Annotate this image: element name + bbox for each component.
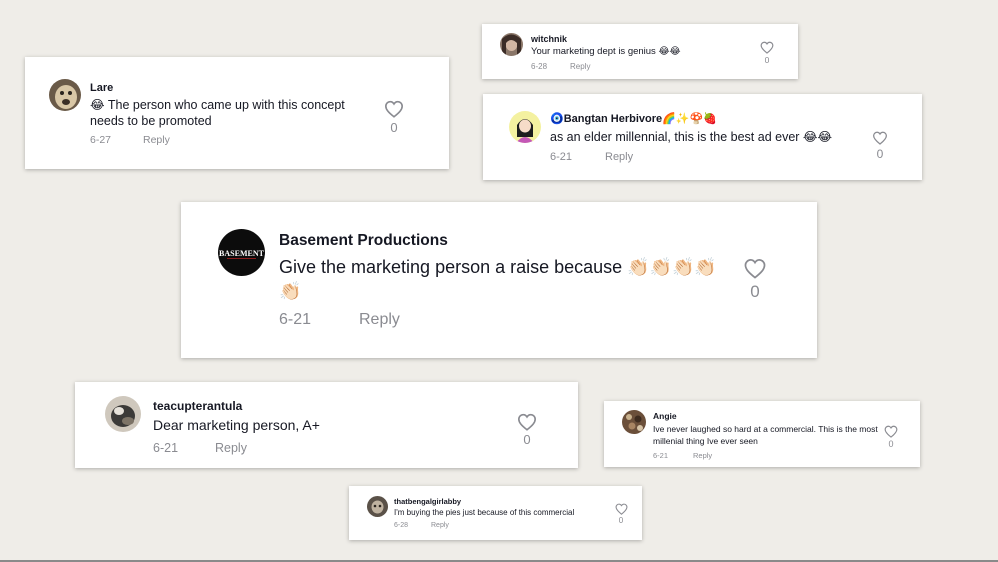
reply-button[interactable]: Reply (693, 451, 712, 460)
reply-button[interactable]: Reply (431, 522, 449, 529)
comment-date: 6-21 (550, 151, 573, 163)
like-count: 0 (390, 120, 398, 135)
heart-icon[interactable] (743, 258, 767, 279)
like-count: 0 (764, 55, 770, 65)
like-control: 0 (515, 413, 539, 447)
comment-text: 😂 The person who came up with this conce… (90, 98, 345, 128)
comment-date: 6-28 (531, 62, 548, 71)
comment-username[interactable]: teacupterantula (153, 399, 242, 413)
comment-text: Dear marketing person, A+ (153, 417, 320, 433)
reply-button[interactable]: Reply (143, 134, 170, 146)
heart-icon[interactable] (615, 503, 628, 515)
like-count: 0 (888, 439, 894, 449)
heart-icon[interactable] (517, 413, 537, 431)
avatar[interactable] (105, 396, 141, 432)
comment-date: 6-21 (653, 451, 669, 460)
comment-username[interactable]: witchnik (531, 34, 567, 44)
comment-username[interactable]: Basement Productions (279, 232, 448, 250)
reply-button[interactable]: Reply (215, 441, 247, 455)
heart-icon[interactable] (760, 41, 774, 54)
heart-icon[interactable] (384, 100, 404, 118)
comment-date: 6-28 (394, 522, 409, 529)
comment-card-teacupterantula: teacupterantula Dear marketing person, A… (75, 382, 578, 468)
avatar[interactable] (509, 111, 541, 143)
like-control: 0 (870, 131, 890, 161)
comment-text: Your marketing dept is genius 😂😂 (531, 46, 681, 57)
like-control: 0 (882, 425, 900, 449)
like-control: 0 (758, 41, 776, 65)
comment-username[interactable]: 🧿Bangtan Herbivore🌈✨🍄🍓 (550, 112, 717, 125)
comment-card-witchnik: witchnik Your marketing dept is genius 😂… (482, 24, 798, 79)
comment-date: 6-21 (279, 311, 312, 328)
comment-text: as an elder millennial, this is the best… (550, 130, 833, 144)
comment-card-basement-productions: BASEMENT Basement Productions Give the m… (181, 202, 817, 358)
reply-button[interactable]: Reply (605, 151, 633, 163)
comment-date: 6-21 (153, 441, 179, 455)
avatar[interactable] (500, 33, 523, 56)
avatar[interactable]: BASEMENT (218, 229, 265, 276)
comment-card-bangtan-herbivore: 🧿Bangtan Herbivore🌈✨🍄🍓 as an elder mille… (483, 94, 922, 180)
avatar-logo-text: BASEMENT (219, 249, 265, 258)
comment-card-lare: Lare 😂 The person who came up with this … (25, 57, 449, 169)
comment-username[interactable]: Angie (653, 411, 677, 421)
comment-card-thatbengalgirlabby: thatbengalgirlabby I'm buying the pies j… (349, 486, 642, 540)
comment-card-angie: Angie Ive never laughed so hard at a com… (604, 401, 920, 467)
avatar[interactable] (622, 410, 646, 434)
comment-username[interactable]: thatbengalgirlabby (394, 497, 461, 506)
like-count: 0 (618, 516, 624, 525)
heart-icon[interactable] (872, 131, 888, 145)
comment-date: 6-27 (90, 134, 112, 146)
like-control: 0 (382, 100, 406, 135)
reply-button[interactable]: Reply (570, 62, 590, 71)
heart-icon[interactable] (884, 425, 898, 438)
reply-button[interactable]: Reply (359, 311, 400, 329)
like-count: 0 (523, 432, 531, 447)
like-control: 0 (613, 503, 629, 525)
comment-text: I'm buying the pies just because of this… (394, 508, 575, 517)
avatar[interactable] (367, 496, 388, 517)
comment-text: Ive never laughed so hard at a commercia… (653, 424, 878, 446)
comment-username[interactable]: Lare (90, 82, 113, 94)
comment-text: Give the marketing person a raise becaus… (279, 257, 717, 301)
like-count: 0 (876, 147, 884, 161)
like-count: 0 (750, 282, 760, 301)
like-control: 0 (740, 258, 770, 302)
avatar[interactable] (49, 79, 81, 111)
